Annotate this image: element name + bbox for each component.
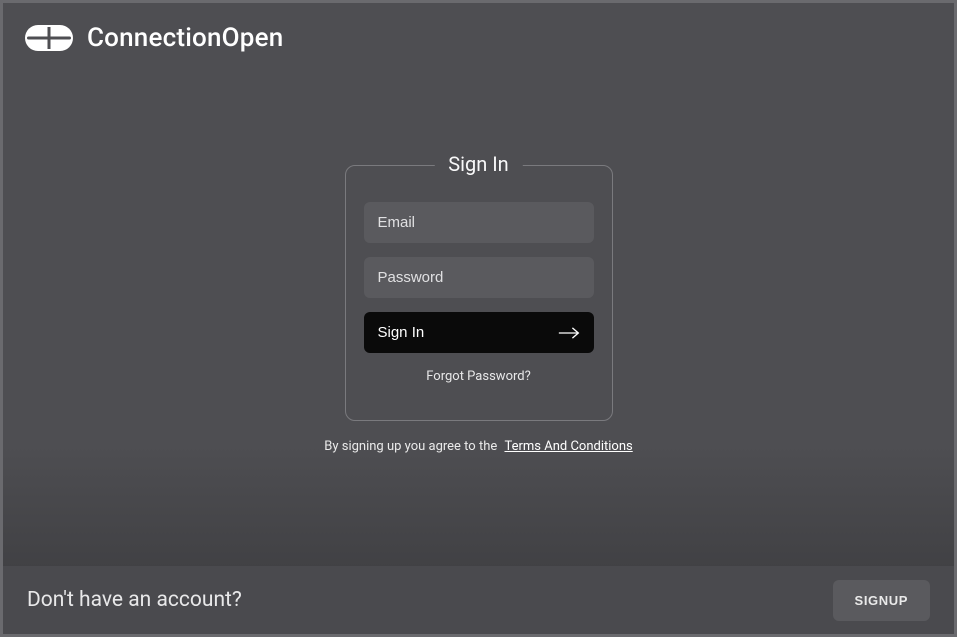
email-field[interactable] [364, 202, 594, 243]
signup-button[interactable]: SIGNUP [833, 580, 930, 621]
signin-button[interactable]: Sign In [364, 312, 594, 353]
footer-prompt: Don't have an account? [27, 588, 242, 612]
terms-line: By signing up you agree to the Terms And… [324, 439, 632, 454]
terms-link[interactable]: Terms And Conditions [504, 439, 632, 454]
signin-button-label: Sign In [378, 324, 425, 341]
password-field[interactable] [364, 257, 594, 298]
main-area: Sign In Sign In Forgot Password? By sign… [3, 3, 954, 566]
terms-prefix: By signing up you agree to the [324, 439, 497, 454]
signin-legend: Sign In [434, 152, 522, 176]
app-frame: ConnectionOpen Sign In Sign In Forgot Pa… [0, 0, 957, 637]
footer-bar: Don't have an account? SIGNUP [3, 566, 954, 634]
arrow-right-icon [558, 326, 580, 340]
signin-panel: Sign In Sign In Forgot Password? [345, 165, 613, 421]
forgot-password-link[interactable]: Forgot Password? [364, 369, 594, 384]
